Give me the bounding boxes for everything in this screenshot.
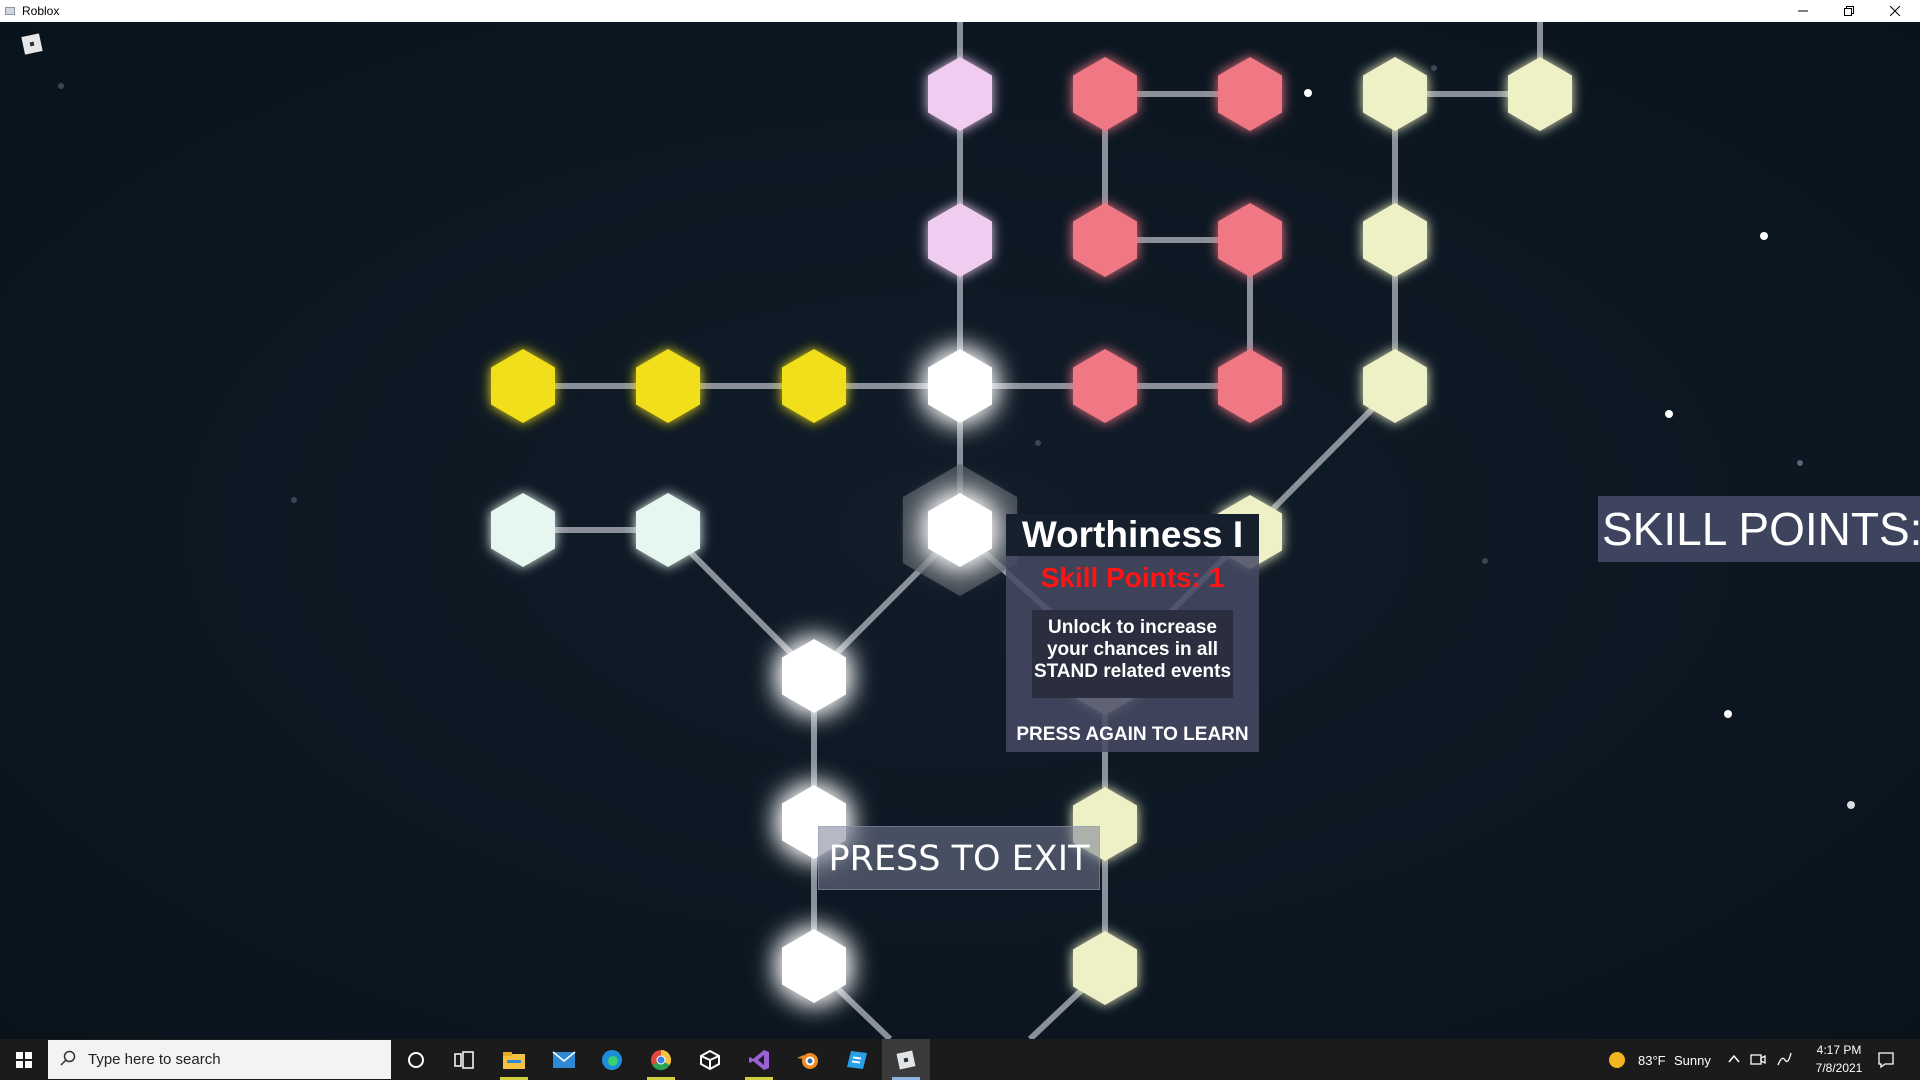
- clock-date[interactable]: 7/8/2021: [1810, 1061, 1868, 1075]
- weather-condition: Sunny: [1674, 1053, 1711, 1068]
- skill-node-yellow[interactable]: [636, 349, 700, 423]
- skill-node-mint[interactable]: [491, 493, 555, 567]
- windows-taskbar: Type here to search 83°F Sunny 4:17 PM 7…: [0, 1039, 1920, 1080]
- edge-button[interactable]: [588, 1039, 636, 1080]
- edge-icon: [602, 1049, 622, 1070]
- learn-skill-button[interactable]: PRESS AGAIN TO LEARN: [1006, 720, 1259, 750]
- exit-skill-tree-button[interactable]: PRESS TO EXIT: [818, 826, 1100, 890]
- file-explorer-button[interactable]: [490, 1039, 538, 1080]
- skill-node-red[interactable]: [1218, 203, 1282, 277]
- skill-node-cream[interactable]: [1073, 931, 1137, 1005]
- window-titlebar: Roblox: [0, 0, 1920, 22]
- file-explorer-icon: [503, 1051, 525, 1069]
- minimize-button[interactable]: [1780, 0, 1826, 22]
- unity-icon: [700, 1049, 720, 1070]
- close-icon: [1890, 6, 1900, 16]
- particle: [1035, 440, 1041, 446]
- visual-studio-icon: [749, 1049, 769, 1070]
- unity-button[interactable]: [686, 1039, 734, 1080]
- skill-node-white[interactable]: [928, 349, 992, 423]
- skill-description-line: Unlock to increase: [1048, 617, 1217, 638]
- chrome-icon: [651, 1049, 672, 1070]
- skill-node-white[interactable]: [782, 929, 846, 1003]
- roblox-studio-icon: [847, 1050, 867, 1069]
- window-title: Roblox: [22, 4, 60, 18]
- skill-description-line: your chances in all: [1046, 639, 1219, 660]
- skill-tooltip: Worthiness I Skill Points: 1 Unlock to i…: [1006, 514, 1259, 752]
- restore-icon: [1844, 6, 1854, 16]
- search-placeholder: Type here to search: [88, 1051, 221, 1068]
- skill-description-line: STAND related events: [1033, 661, 1232, 682]
- task-view-button[interactable]: [440, 1039, 488, 1080]
- roblox-app-icon: [5, 7, 15, 15]
- task-view-icon: [454, 1050, 474, 1069]
- minimize-icon: [1798, 10, 1808, 12]
- skill-title: Worthiness I: [1006, 514, 1259, 556]
- skill-node-cream[interactable]: [1508, 57, 1572, 131]
- mail-button[interactable]: [540, 1039, 588, 1080]
- weather-temperature: 83°F: [1638, 1053, 1666, 1068]
- particle: [1724, 710, 1732, 718]
- skill-description: Unlock to increase your chances in all S…: [1032, 610, 1233, 698]
- particle: [58, 83, 64, 89]
- skill-node-red[interactable]: [1073, 349, 1137, 423]
- particle: [1797, 460, 1803, 466]
- chevron-up-icon[interactable]: [1728, 1054, 1740, 1064]
- particle: [1482, 558, 1488, 564]
- clock-time[interactable]: 4:17 PM: [1814, 1043, 1864, 1057]
- skill-node-red[interactable]: [1218, 57, 1282, 131]
- meet-now-icon[interactable]: [1750, 1051, 1766, 1067]
- skill-node-pink[interactable]: [928, 203, 992, 277]
- search-icon: [60, 1050, 76, 1066]
- background-particles: [58, 65, 1855, 809]
- chrome-button[interactable]: [637, 1039, 685, 1080]
- particle: [291, 497, 297, 503]
- roblox-player-button[interactable]: [882, 1039, 930, 1080]
- notifications-icon[interactable]: [1877, 1051, 1895, 1069]
- particle: [1431, 65, 1437, 71]
- roblox-player-icon: [896, 1050, 916, 1069]
- skill-node-cream[interactable]: [1363, 57, 1427, 131]
- particle: [1304, 89, 1312, 97]
- visual-studio-button[interactable]: [735, 1039, 783, 1080]
- windows-logo-icon: [15, 1051, 32, 1068]
- cortana-icon: [408, 1051, 424, 1068]
- roblox-studio-button[interactable]: [833, 1039, 881, 1080]
- taskbar-search-box[interactable]: Type here to search: [48, 1040, 391, 1079]
- weather-sunny-icon: [1609, 1052, 1625, 1068]
- particle: [1847, 801, 1855, 809]
- game-viewport: Worthiness I Skill Points: 1 Unlock to i…: [0, 22, 1920, 1039]
- particle: [1760, 232, 1768, 240]
- skill-node-red[interactable]: [1073, 203, 1137, 277]
- blender-button[interactable]: [784, 1039, 832, 1080]
- roblox-menu-icon[interactable]: [20, 32, 44, 56]
- skill-cost: Skill Points: 1: [1040, 562, 1225, 593]
- particle: [1665, 410, 1673, 418]
- skill-node-yellow[interactable]: [491, 349, 555, 423]
- skill-node-red[interactable]: [1218, 349, 1282, 423]
- skill-node-red[interactable]: [1073, 57, 1137, 131]
- cortana-button[interactable]: [392, 1039, 440, 1080]
- skill-points-counter: SKILL POINTS: 9: [1598, 496, 1920, 562]
- blender-icon: [797, 1052, 818, 1069]
- close-button[interactable]: [1872, 0, 1918, 22]
- restore-button[interactable]: [1826, 0, 1872, 22]
- skill-node-pink[interactable]: [928, 57, 992, 131]
- pen-ink-icon[interactable]: [1776, 1051, 1792, 1067]
- skill-node-yellow[interactable]: [782, 349, 846, 423]
- mail-icon: [552, 1050, 576, 1068]
- skill-node-cream[interactable]: [1363, 203, 1427, 277]
- start-button[interactable]: [0, 1039, 47, 1080]
